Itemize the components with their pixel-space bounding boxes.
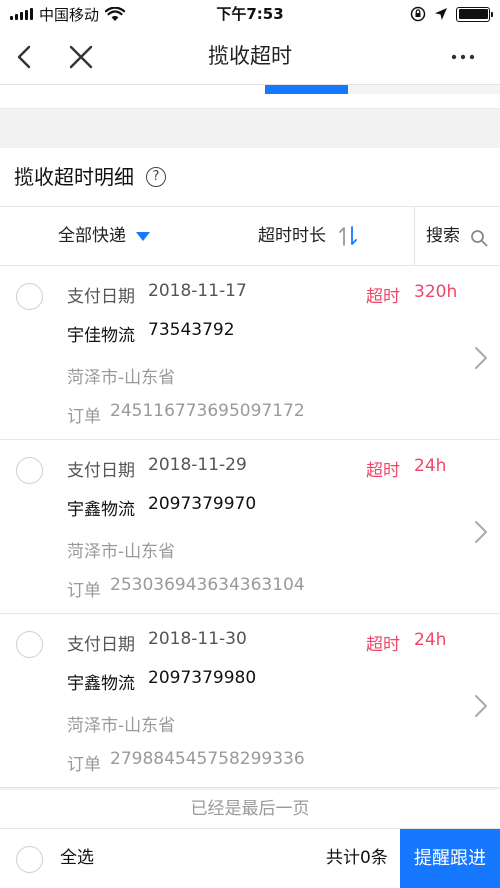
order-list: 支付日期 2018-11-17 超时 320h 宇佳物流 73543792 菏泽… [0,266,500,788]
filter-bar: 全部快递 超时时长 搜索 [0,206,500,266]
region: 菏泽市-山东省 [67,716,176,736]
tab-inactive-indicator [348,85,500,94]
overtime-label: 超时 [366,461,400,481]
chevron-right-icon[interactable] [474,694,488,718]
order-label: 订单 [67,581,101,601]
help-icon[interactable]: ? [146,167,166,187]
order-row[interactable]: 支付日期 2018-11-17 超时 320h 宇佳物流 73543792 菏泽… [0,266,500,440]
select-all-label[interactable]: 全选 [60,829,94,887]
row-checkbox[interactable] [16,631,43,658]
overtime-hours: 24h [414,456,447,476]
status-bar: 中国移动 下午7:53 [0,0,500,28]
order-number: 279884545758299336 [110,749,305,769]
section-title: 揽收超时明细 [14,165,134,189]
location-icon [435,8,447,20]
pay-date-label: 支付日期 [67,287,135,307]
search-icon[interactable] [470,229,488,247]
search-button[interactable]: 搜索 [426,207,460,265]
page-title: 揽收超时 [208,44,292,68]
overtime-label: 超时 [366,635,400,655]
nav-bar: 揽收超时 [0,28,500,85]
carrier-name: 宇鑫物流 [67,500,135,520]
tracking-number: 2097379970 [148,494,257,514]
carrier-name: 宇鑫物流 [67,674,135,694]
row-checkbox[interactable] [16,283,43,310]
pay-date: 2018-11-30 [148,629,247,649]
region: 菏泽市-山东省 [67,542,176,562]
last-page-notice: 已经是最后一页 [0,790,500,828]
pay-date-label: 支付日期 [67,461,135,481]
pay-date-label: 支付日期 [67,635,135,655]
order-number: 253036943634363104 [110,575,305,595]
tab-active-indicator [265,85,348,94]
chevron-right-icon[interactable] [474,520,488,544]
overtime-hours: 320h [414,282,458,302]
courier-filter-dropdown[interactable]: 全部快递 [58,207,126,265]
filter-divider [414,207,415,265]
select-all-checkbox[interactable] [16,846,43,873]
order-row[interactable]: 支付日期 2018-11-30 超时 24h 宇鑫物流 2097379980 菏… [0,614,500,788]
selected-total: 共计0条 [326,848,388,868]
bottom-bar: 全选 共计0条 提醒跟进 [0,828,500,888]
order-row[interactable]: 支付日期 2018-11-29 超时 24h 宇鑫物流 2097379970 菏… [0,440,500,614]
row-checkbox[interactable] [16,457,43,484]
carrier-name: 宇佳物流 [67,326,135,346]
order-label: 订单 [67,407,101,427]
tab-strip [0,85,500,109]
order-label: 订单 [67,755,101,775]
timeout-sort-button[interactable]: 超时时长 [258,207,326,265]
region: 菏泽市-山东省 [67,368,176,388]
overtime-label: 超时 [366,287,400,307]
more-icon[interactable] [448,42,478,72]
sort-icon[interactable] [338,225,358,247]
overtime-hours: 24h [414,630,447,650]
chevron-right-icon[interactable] [474,346,488,370]
status-right [410,0,493,28]
section-header: 揽收超时明细 ? [0,148,500,206]
tracking-number: 2097379980 [148,668,257,688]
remind-follow-up-button[interactable]: 提醒跟进 [400,829,500,888]
pay-date: 2018-11-17 [148,281,247,301]
pay-date: 2018-11-29 [148,455,247,475]
rotation-lock-icon [410,6,426,22]
battery-icon [456,6,493,22]
tracking-number: 73543792 [148,320,235,340]
caret-down-icon[interactable] [136,232,150,241]
order-number: 245116773695097172 [110,401,305,421]
